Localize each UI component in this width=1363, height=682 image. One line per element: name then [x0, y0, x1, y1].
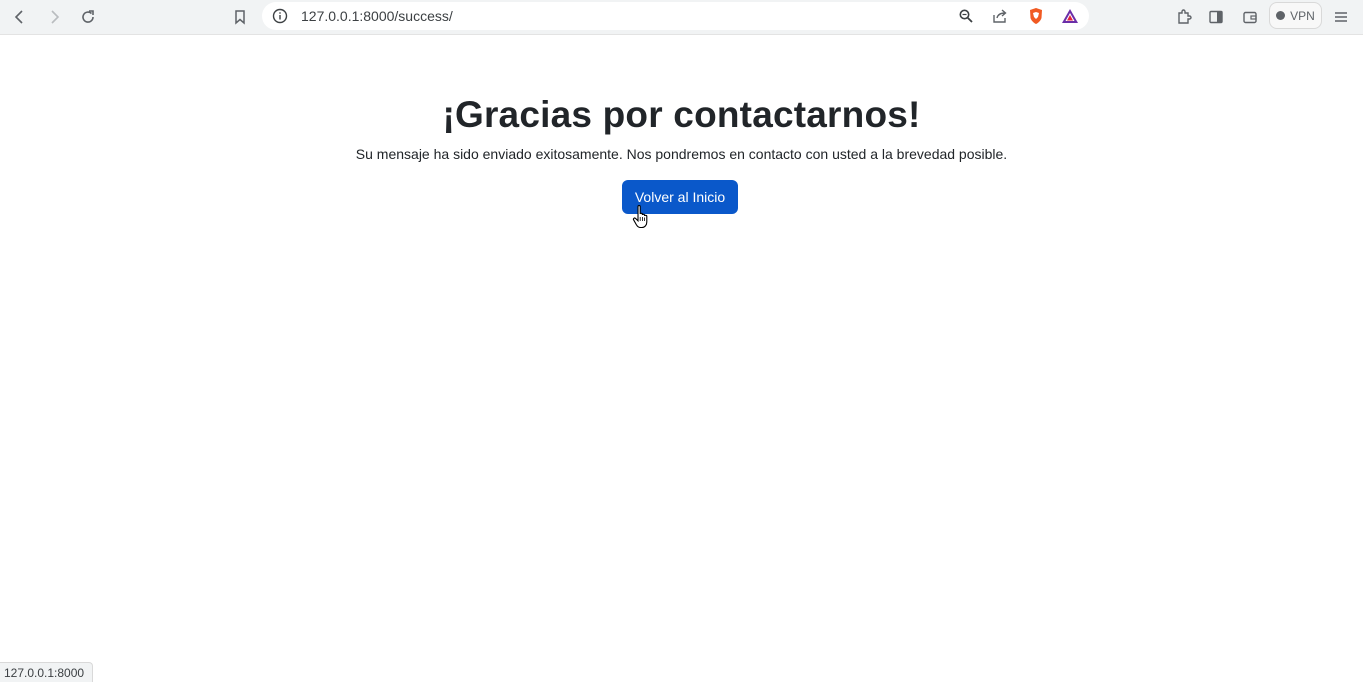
info-icon[interactable] [272, 8, 288, 24]
browser-toolbar: 127.0.0.1:8000/success/ VPN [0, 0, 1363, 35]
bookmark-icon[interactable] [227, 4, 253, 30]
vpn-button[interactable]: VPN [1269, 2, 1322, 29]
brave-rewards-icon[interactable] [1061, 7, 1079, 25]
zoom-icon[interactable] [957, 7, 975, 25]
url-text[interactable]: 127.0.0.1:8000/success/ [301, 8, 453, 24]
sidebar-icon[interactable] [1203, 4, 1229, 30]
vpn-label: VPN [1290, 8, 1315, 23]
success-message: Su mensaje ha sido enviado exitosamente.… [355, 146, 1008, 162]
vpn-status-icon [1276, 11, 1286, 20]
reload-icon[interactable] [75, 4, 101, 30]
back-home-button[interactable]: Volver al Inicio [622, 180, 738, 214]
menu-icon[interactable] [1328, 4, 1354, 30]
address-bar[interactable]: 127.0.0.1:8000/success/ [262, 2, 1089, 30]
back-icon[interactable] [7, 4, 33, 30]
forward-icon[interactable] [41, 4, 67, 30]
page-title: ¡Gracias por contactarnos! [442, 94, 921, 135]
extensions-icon[interactable] [1171, 4, 1197, 30]
brave-shields-icon[interactable] [1027, 7, 1045, 25]
wallet-icon[interactable] [1237, 4, 1263, 30]
status-bar-url: 127.0.0.1:8000 [0, 662, 94, 682]
share-icon[interactable] [991, 7, 1009, 25]
